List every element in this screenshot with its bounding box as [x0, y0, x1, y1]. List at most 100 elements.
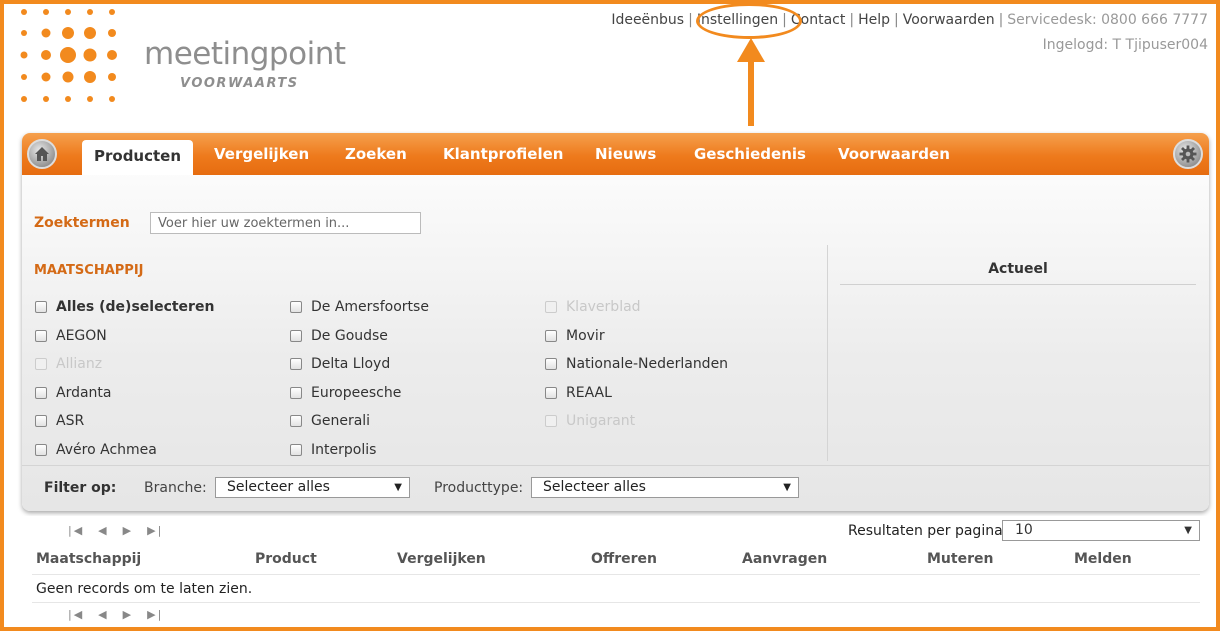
home-button[interactable] [27, 139, 57, 169]
branche-select[interactable]: Selecteer alles ▼ [215, 477, 410, 498]
main-panel: Producten Vergelijken Zoeken Klantprofie… [22, 133, 1209, 511]
checkbox-label: AEGON [56, 328, 107, 344]
empty-results-text: Geen records om te laten zien. [36, 581, 253, 597]
settings-button[interactable] [1173, 139, 1203, 169]
logo-dots-icon [20, 9, 117, 102]
actueel-title: Actueel [840, 261, 1196, 285]
search-label: Zoektermen [34, 215, 130, 231]
pager-bottom: |◀ ◀ ▶ ▶| [68, 608, 177, 621]
tab-geschiedenis[interactable]: Geschiedenis [694, 145, 806, 163]
last-page-icon[interactable]: ▶| [147, 608, 163, 621]
checkbox[interactable] [35, 444, 47, 456]
column-header-melden[interactable]: Melden [1074, 551, 1132, 567]
checkbox[interactable] [290, 415, 302, 427]
column-header-maatschappij[interactable]: Maatschappij [36, 551, 141, 567]
tab-vergelijken[interactable]: Vergelijken [214, 145, 309, 163]
separator: | [849, 12, 855, 28]
servicedesk-text: Servicedesk: 0800 666 7777 [1007, 12, 1208, 28]
checkbox-ardanta[interactable]: Ardanta [35, 385, 112, 401]
column-header-aanvragen[interactable]: Aanvragen [742, 551, 827, 567]
column-header-vergelijken[interactable]: Vergelijken [397, 551, 486, 567]
header-divider [32, 574, 1200, 575]
prev-page-icon[interactable]: ◀ [98, 524, 108, 537]
maatschappij-title: MAATSCHAPPIJ [34, 263, 144, 278]
checkbox-de-goudse[interactable]: De Goudse [290, 328, 388, 344]
filter-bar: Filter op: Branche: Selecteer alles ▼ Pr… [22, 465, 1209, 505]
checkbox-generali[interactable]: Generali [290, 413, 370, 429]
checkbox-klaverblad: Klaverblad [545, 299, 641, 315]
dropdown-arrow-icon: ▼ [783, 482, 791, 493]
checkbox-label: Interpolis [311, 442, 377, 458]
checkbox[interactable] [290, 358, 302, 370]
separator: | [688, 12, 693, 28]
row-divider [32, 602, 1200, 603]
checkbox[interactable] [545, 387, 557, 399]
producttype-select[interactable]: Selecteer alles ▼ [531, 477, 799, 498]
link-voorwaarden[interactable]: Voorwaarden [903, 12, 995, 28]
checkbox-asr[interactable]: ASR [35, 413, 84, 429]
checkbox-aegon[interactable]: AEGON [35, 328, 107, 344]
checkbox-label: Nationale-Nederlanden [566, 356, 729, 372]
tab-voorwaarden[interactable]: Voorwaarden [838, 145, 950, 163]
checkbox[interactable] [35, 301, 47, 313]
checkbox-reaal[interactable]: REAAL [545, 385, 612, 401]
checkbox-delta-lloyd[interactable]: Delta Lloyd [290, 356, 390, 372]
last-page-icon[interactable]: ▶| [147, 524, 163, 537]
search-input[interactable] [150, 212, 421, 234]
per-page-label: Resultaten per pagina: [848, 523, 1008, 539]
checkbox-label: Movir [566, 328, 605, 344]
checkbox-avero-achmea[interactable]: Avéro Achmea [35, 442, 157, 458]
link-ideeenbus[interactable]: Ideeënbus [611, 12, 684, 28]
checkbox[interactable] [290, 387, 302, 399]
checkbox-label: ASR [56, 413, 85, 429]
callout-highlight-ellipse [696, 3, 802, 39]
checkbox-europeesche[interactable]: Europeesche [290, 385, 401, 401]
next-page-icon[interactable]: ▶ [123, 524, 133, 537]
checkbox-label: Avéro Achmea [56, 442, 157, 458]
checkbox[interactable] [290, 444, 302, 456]
next-page-icon[interactable]: ▶ [123, 608, 133, 621]
per-page-select[interactable]: 10 ▼ [1002, 520, 1200, 541]
checkbox[interactable] [545, 358, 557, 370]
checkbox-label: Klaverblad [566, 299, 641, 315]
first-page-icon[interactable]: |◀ [68, 524, 84, 537]
tab-producten[interactable]: Producten [82, 140, 194, 175]
checkbox[interactable] [545, 330, 557, 342]
home-icon [35, 147, 49, 161]
column-header-muteren[interactable]: Muteren [927, 551, 993, 567]
link-help[interactable]: Help [858, 12, 890, 28]
checkbox-de-amersfoortse[interactable]: De Amersfoortse [290, 299, 429, 315]
tab-klantprofielen[interactable]: Klantprofielen [443, 145, 563, 163]
checkbox-label: Alles (de)selecteren [56, 299, 215, 315]
separator: | [893, 12, 899, 28]
checkbox [545, 415, 557, 427]
checkbox[interactable] [35, 387, 47, 399]
tab-nieuws[interactable]: Nieuws [595, 145, 656, 163]
checkbox-interpolis[interactable]: Interpolis [290, 442, 376, 458]
branche-label: Branche: [144, 480, 207, 496]
checkbox-label: De Goudse [311, 328, 388, 344]
tab-zoeken[interactable]: Zoeken [345, 145, 407, 163]
results-panel: |◀ ◀ ▶ ▶| Resultaten per pagina: 10 ▼ Maats… [22, 516, 1209, 624]
pager-top: |◀ ◀ ▶ ▶| [68, 524, 177, 537]
column-header-product[interactable]: Product [255, 551, 317, 567]
checkbox[interactable] [290, 301, 302, 313]
checkbox-label: Ardanta [56, 385, 112, 401]
checkbox-label: Generali [311, 413, 371, 429]
per-page-value: 10 [1015, 522, 1033, 538]
prev-page-icon[interactable]: ◀ [98, 608, 108, 621]
checkbox-movir[interactable]: Movir [545, 328, 605, 344]
column-header-offreren[interactable]: Offreren [591, 551, 657, 567]
checkbox-label: REAAL [566, 385, 612, 401]
checkbox[interactable] [35, 330, 47, 342]
brand-logo: meetingpoint VOORWAARTS [20, 8, 346, 108]
checkbox-alles-selecteren[interactable]: Alles (de)selecteren [35, 299, 214, 315]
dropdown-arrow-icon: ▼ [394, 482, 402, 493]
checkbox-label: De Amersfoortse [311, 299, 429, 315]
checkbox-nationale-nederlanden[interactable]: Nationale-Nederlanden [545, 356, 728, 372]
first-page-icon[interactable]: |◀ [68, 608, 84, 621]
checkbox[interactable] [290, 330, 302, 342]
filter-label: Filter op: [44, 480, 117, 496]
checkbox[interactable] [35, 415, 47, 427]
main-navbar: Producten Vergelijken Zoeken Klantprofie… [22, 133, 1209, 175]
